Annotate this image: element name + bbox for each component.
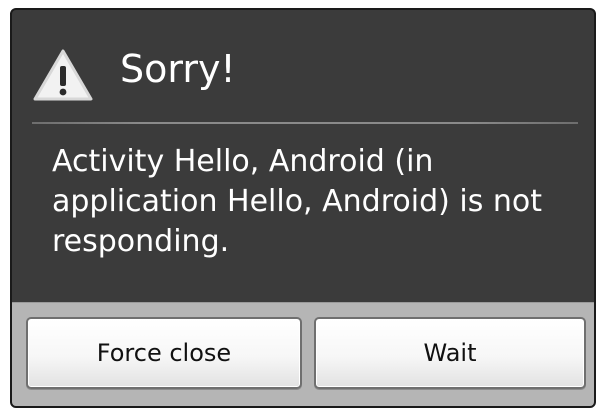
wait-button[interactable]: Wait <box>314 317 586 389</box>
anr-dialog: Sorry! Activity Hello, Android (in appli… <box>10 8 596 408</box>
title-divider <box>32 122 578 124</box>
warning-icon <box>33 49 93 101</box>
button-bar: Force close Wait <box>12 302 594 406</box>
dialog-message: Activity Hello, Android (in application … <box>52 144 542 259</box>
dialog-title-bar: Sorry! <box>12 10 594 122</box>
force-close-button[interactable]: Force close <box>26 317 302 389</box>
dialog-title: Sorry! <box>120 47 236 91</box>
